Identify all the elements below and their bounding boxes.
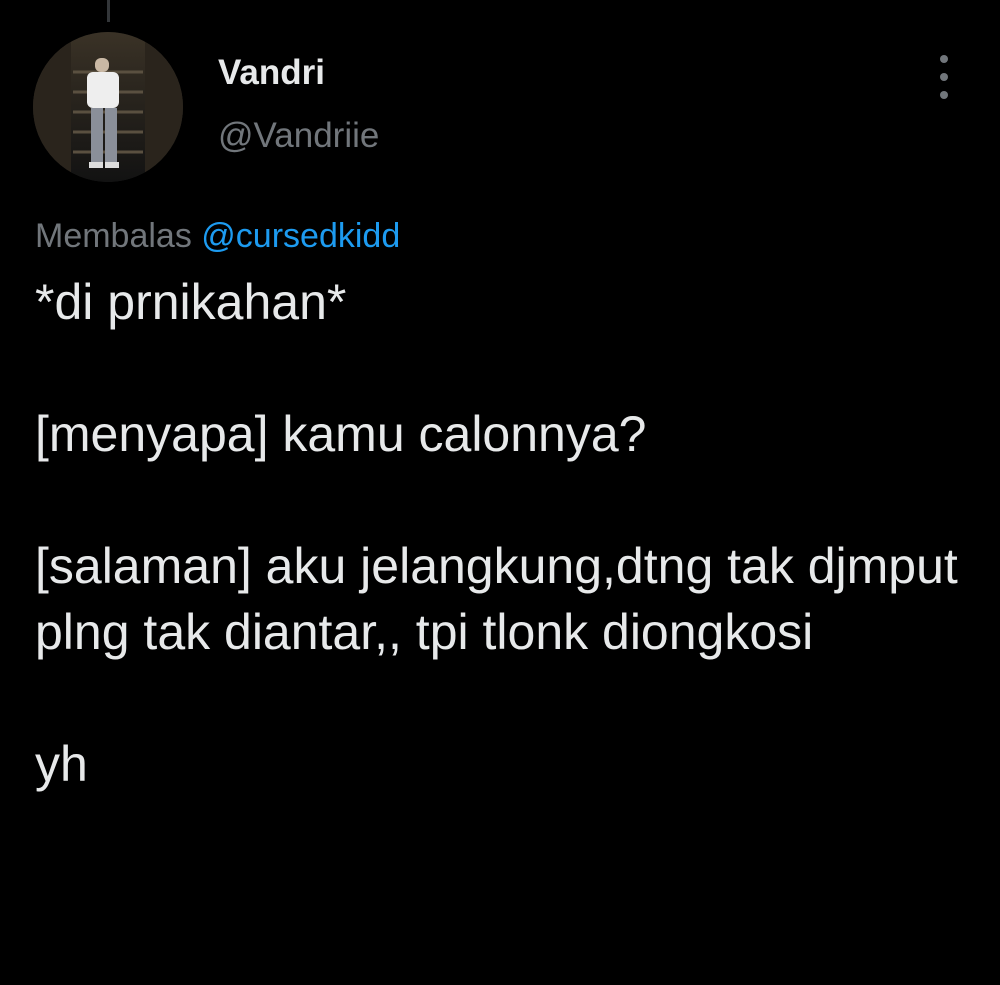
author-handle[interactable]: @Vandriie xyxy=(218,118,379,153)
thread-connector-line xyxy=(107,0,110,22)
tweet-text: *di prnikahan* [menyapa] kamu calonnya? … xyxy=(35,269,975,797)
profile-photo-icon xyxy=(33,32,183,182)
reply-prefix: Membalas xyxy=(35,217,192,255)
tweet-paragraph: *di prnikahan* xyxy=(35,274,347,330)
reply-context: Membalas @cursedkidd xyxy=(35,216,400,256)
avatar[interactable] xyxy=(33,32,183,182)
tweet-paragraph: [menyapa] kamu calonnya? xyxy=(35,406,647,462)
author-display-name[interactable]: Vandri xyxy=(218,55,325,90)
more-dot xyxy=(940,73,948,81)
tweet-paragraph: [salaman] aku jelangkung,dtng tak djmput… xyxy=(35,538,958,660)
more-dot xyxy=(940,55,948,63)
tweet-paragraph: yh xyxy=(35,736,88,792)
more-options-icon[interactable] xyxy=(930,55,958,99)
more-dot xyxy=(940,91,948,99)
reply-mention-link[interactable]: @cursedkidd xyxy=(201,217,400,255)
